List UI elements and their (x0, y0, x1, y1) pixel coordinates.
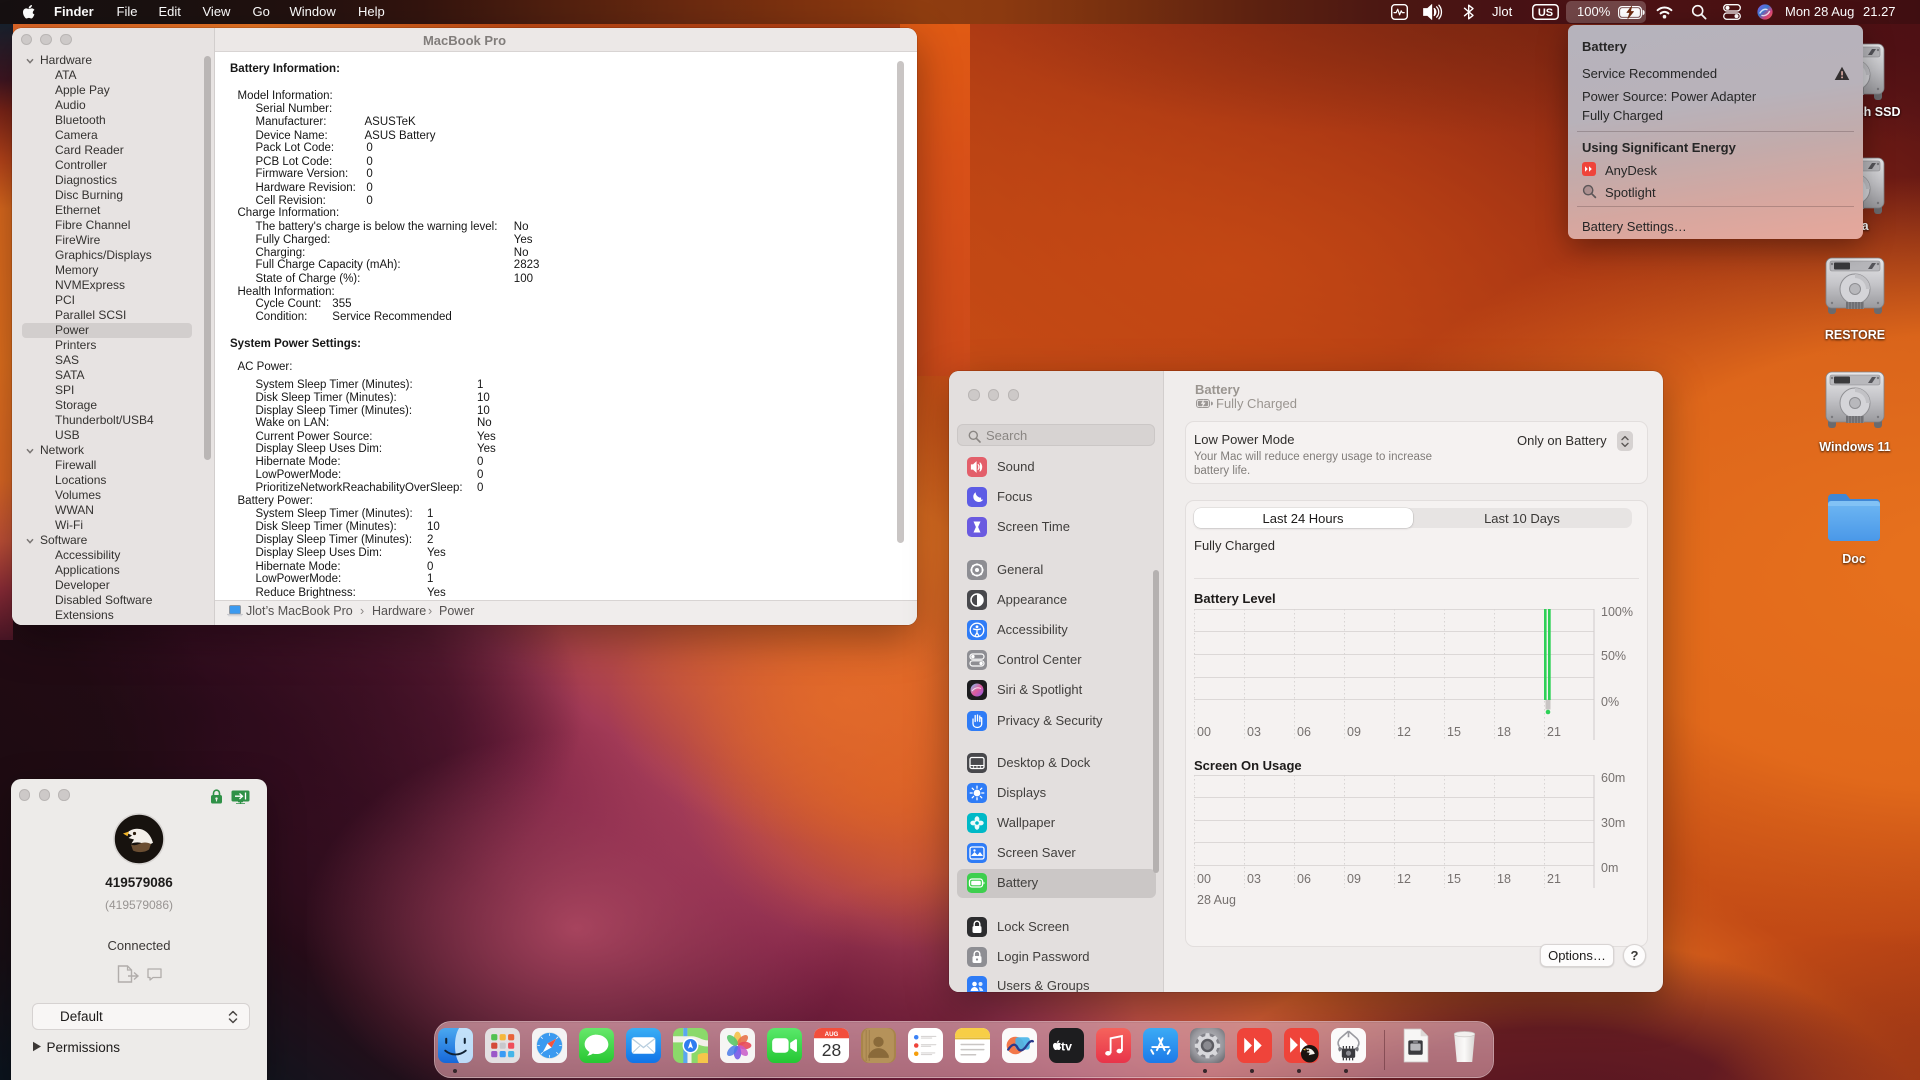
svg-text:28: 28 (822, 1040, 841, 1060)
svg-text:tv: tv (1061, 1040, 1072, 1054)
svg-text:AUG: AUG (825, 1031, 839, 1038)
